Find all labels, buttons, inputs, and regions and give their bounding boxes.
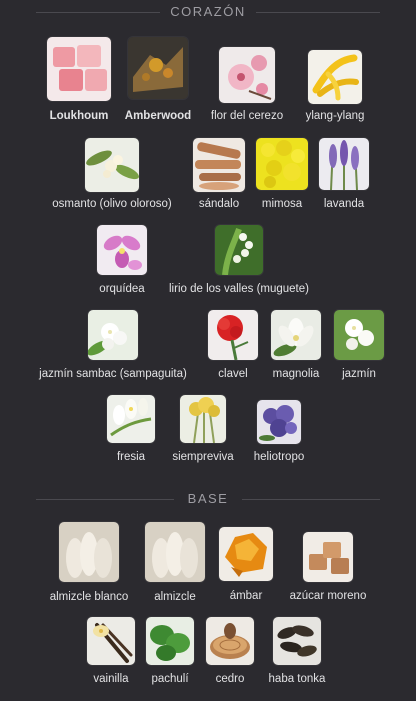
section-header-base: BASE (0, 487, 416, 511)
patchouli-image (146, 617, 194, 665)
jasmine-image (334, 310, 384, 360)
white-musk-image (59, 522, 119, 582)
orchid-image (97, 225, 147, 275)
note-label: lirio de los valles (muguete) (169, 283, 309, 295)
note-label: ylang-ylang (305, 110, 365, 122)
brown-sugar-image (303, 532, 353, 582)
sambac-jasmine-image (88, 310, 138, 360)
note-label: heliotropo (253, 451, 305, 463)
vanilla-image (87, 617, 135, 665)
section-title-heart: CORAZÓN (170, 4, 246, 19)
amberwood-image (128, 37, 188, 99)
carnation-image (208, 310, 258, 360)
section-header-heart: CORAZÓN (0, 0, 416, 24)
sandalwood-image (193, 138, 245, 192)
note-label: azúcar moreno (289, 590, 367, 602)
loukhoum-image (47, 37, 111, 101)
heliotrope-image (257, 400, 301, 444)
mimosa-image (256, 138, 308, 190)
tonka-image (273, 617, 321, 665)
ylang-ylang-image (308, 50, 362, 104)
section-title-base: BASE (187, 491, 229, 506)
note-label: jazmín (342, 368, 376, 380)
musk-image (145, 522, 205, 582)
magnolia-image (271, 310, 321, 360)
immortelle-image (180, 395, 226, 443)
note-label: lavanda (323, 198, 365, 210)
lavender-image (319, 138, 369, 190)
freesia-image (107, 395, 155, 443)
lily-of-valley-image (215, 225, 263, 275)
cedar-image (206, 617, 254, 665)
cherry-blossom-image (219, 47, 275, 103)
amber-image (219, 527, 273, 581)
osmanthus-image (85, 138, 139, 192)
note-label: haba tonka (268, 673, 326, 685)
